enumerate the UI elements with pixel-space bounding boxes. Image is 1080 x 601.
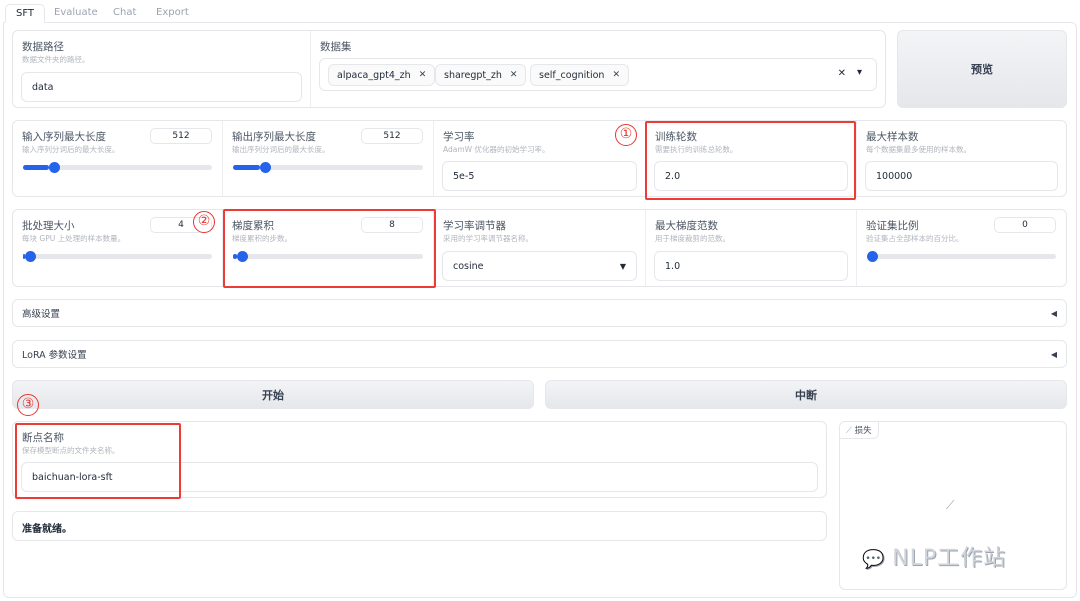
watermark: 💬 NLP工作站 (862, 540, 1006, 572)
lr-scheduler-field: 学习率调节器 采用的学习率调节器名称。 cosine ▼ (434, 210, 646, 286)
val-size-number[interactable]: 0 (994, 217, 1056, 233)
data-row: 数据路径 数据文件夹的路径。 data 数据集 alpaca_gpt4_zh ✕ … (12, 30, 886, 108)
lr-scheduler-select[interactable]: cosine ▼ (442, 251, 637, 281)
empty-chart-icon: ⟋ (946, 498, 955, 512)
val-size-field: 验证集比例 验证集占全部样本的百分比。 0 (857, 210, 1066, 286)
select-value: cosine (453, 260, 484, 272)
params-row-2: 批处理大小 每块 GPU 上处理的样本数量。 4 梯度累积 梯度累积的步数。 8… (12, 209, 1067, 287)
dataset-tag: self_cognition ✕ (530, 64, 629, 86)
val-size-slider[interactable] (867, 251, 1056, 262)
batch-size-slider[interactable] (23, 251, 212, 262)
dataset-field: 数据集 alpaca_gpt4_zh ✕ sharegpt_zh ✕ self_co… (311, 31, 885, 107)
annotation-box-3 (15, 423, 181, 499)
slider-fill (233, 165, 260, 170)
max-target-len-field: 输出序列最大长度 输出序列分词后的最大长度。 512 (223, 121, 434, 196)
accordion-label: 高级设置 (22, 309, 61, 320)
cutoff-len-field: 输入序列最大长度 输入序列分词后的最大长度。 512 (13, 121, 223, 196)
field-desc: 验证集占全部样本的百分比。 (866, 234, 964, 243)
clear-all-icon[interactable]: ✕ (838, 68, 846, 79)
field-label: 学习率调节器 (443, 220, 506, 232)
accordion-label: LoRA 参数设置 (22, 350, 87, 361)
annotation-number-2: ② (193, 211, 215, 233)
field-desc: 输入序列分词后的最大长度。 (22, 145, 120, 154)
annotation-box-1 (645, 121, 856, 200)
max-grad-norm-field: 最大梯度范数 用于梯度裁剪的范数。 1.0 (646, 210, 857, 286)
chevron-down-icon[interactable]: ▾ (857, 67, 862, 78)
dataset-tag: alpaca_gpt4_zh ✕ (328, 64, 436, 86)
field-desc: 输出序列分词后的最大长度。 (232, 145, 330, 154)
lora-settings-accordion[interactable]: LoRA 参数设置 ◀ (12, 340, 1067, 368)
caret-left-icon: ◀ (1050, 349, 1057, 359)
learning-rate-input[interactable]: 5e-5 (442, 161, 637, 191)
dataset-label: 数据集 (320, 41, 352, 53)
data-path-label: 数据路径 (22, 41, 64, 53)
tab-export[interactable]: Export (146, 4, 199, 23)
field-label: 输入序列最大长度 (22, 131, 106, 143)
max-samples-input[interactable]: 100000 (865, 161, 1058, 191)
slider-thumb[interactable] (24, 251, 36, 262)
field-desc: 用于梯度裁剪的范数。 (655, 234, 730, 243)
chart-icon: ⟋ (846, 426, 855, 436)
params-row-1: 输入序列最大长度 输入序列分词后的最大长度。 512 输出序列最大长度 输出序列… (12, 120, 1067, 197)
start-button[interactable]: 开始 (12, 380, 534, 409)
remove-tag-icon[interactable]: ✕ (612, 70, 620, 80)
tab-chat[interactable]: Chat (103, 4, 146, 23)
slider-thumb[interactable] (49, 162, 61, 173)
field-label: 批处理大小 (22, 220, 75, 232)
dataset-multiselect[interactable]: alpaca_gpt4_zh ✕ sharegpt_zh ✕ self_cognit… (319, 58, 877, 91)
advanced-settings-accordion[interactable]: 高级设置 ◀ (12, 299, 1067, 327)
max-target-len-slider[interactable] (233, 162, 423, 173)
cutoff-len-slider[interactable] (23, 162, 212, 173)
annotation-box-2 (223, 209, 436, 288)
loss-plot: ⟋ 损失 ⟋ 💬 NLP工作站 (839, 421, 1067, 590)
tab-evaluate[interactable]: Evaluate (44, 4, 108, 23)
slider-thumb[interactable] (867, 251, 878, 262)
field-desc: AdamW 优化器的初始学习率。 (443, 145, 550, 154)
slider-thumb[interactable] (259, 162, 271, 173)
max-target-len-number[interactable]: 512 (361, 128, 423, 144)
batch-size-field: 批处理大小 每块 GPU 上处理的样本数量。 4 (13, 210, 223, 286)
cutoff-len-number[interactable]: 512 (150, 128, 212, 144)
data-path-input[interactable]: data (21, 72, 302, 102)
annotation-number-3: ③ (17, 394, 39, 416)
field-label: 验证集比例 (866, 220, 919, 232)
field-label: 学习率 (443, 131, 475, 143)
slider-fill (23, 165, 50, 170)
annotation-number-1: ① (615, 124, 637, 146)
status-text: 准备就绪。 (12, 511, 827, 541)
remove-tag-icon[interactable]: ✕ (419, 70, 427, 80)
field-desc: 每个数据集最多使用的样本数。 (866, 145, 971, 154)
tab-sft[interactable]: SFT (5, 4, 46, 23)
chevron-down-icon: ▼ (619, 261, 626, 271)
data-path-field: 数据路径 数据文件夹的路径。 data (13, 31, 311, 107)
remove-tag-icon[interactable]: ✕ (510, 70, 518, 80)
field-label: 最大梯度范数 (655, 220, 718, 232)
loss-label-text: 损失 (854, 426, 872, 436)
dataset-tag: sharegpt_zh ✕ (435, 64, 527, 86)
caret-left-icon: ◀ (1050, 308, 1057, 318)
field-label: 最大样本数 (866, 131, 919, 143)
watermark-text: NLP工作站 (892, 546, 1007, 571)
abort-button[interactable]: 中断 (545, 380, 1067, 409)
max-samples-field: 最大样本数 每个数据集最多使用的样本数。 100000 (857, 121, 1066, 196)
tag-label: self_cognition (539, 69, 605, 81)
field-desc: 每块 GPU 上处理的样本数量。 (22, 234, 126, 243)
loss-plot-label: ⟋ 损失 (840, 422, 879, 439)
tag-label: sharegpt_zh (444, 69, 502, 81)
tag-label: alpaca_gpt4_zh (337, 69, 411, 81)
field-desc: 采用的学习率调节器名称。 (443, 234, 533, 243)
max-grad-norm-input[interactable]: 1.0 (654, 251, 848, 281)
wechat-icon: 💬 (862, 549, 893, 570)
field-label: 输出序列最大长度 (232, 131, 316, 143)
preview-button[interactable]: 预览 (897, 30, 1067, 108)
data-path-desc: 数据文件夹的路径。 (22, 55, 90, 64)
